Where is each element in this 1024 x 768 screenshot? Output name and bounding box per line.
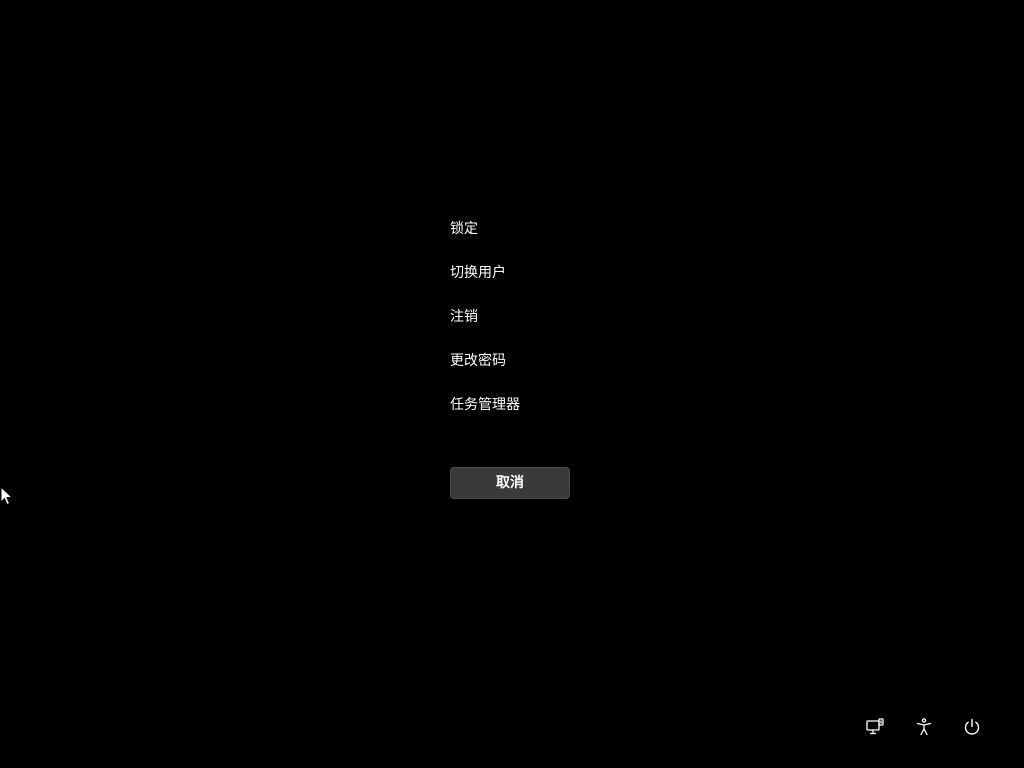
system-icon-tray bbox=[860, 714, 990, 740]
lock-option[interactable]: 锁定 bbox=[450, 216, 650, 242]
switch-user-option[interactable]: 切换用户 bbox=[450, 260, 650, 286]
security-options-menu: 锁定 切换用户 注销 更改密码 任务管理器 bbox=[450, 216, 650, 436]
network-icon[interactable] bbox=[860, 714, 890, 740]
secure-attention-screen: 锁定 切换用户 注销 更改密码 任务管理器 取消 bbox=[0, 0, 1024, 768]
change-password-option[interactable]: 更改密码 bbox=[450, 348, 650, 374]
cancel-button[interactable]: 取消 bbox=[450, 467, 570, 499]
mouse-pointer-icon bbox=[0, 486, 14, 506]
accessibility-icon[interactable] bbox=[909, 714, 939, 740]
task-manager-option[interactable]: 任务管理器 bbox=[450, 392, 650, 418]
power-icon[interactable] bbox=[957, 714, 987, 740]
sign-out-option[interactable]: 注销 bbox=[450, 304, 650, 330]
